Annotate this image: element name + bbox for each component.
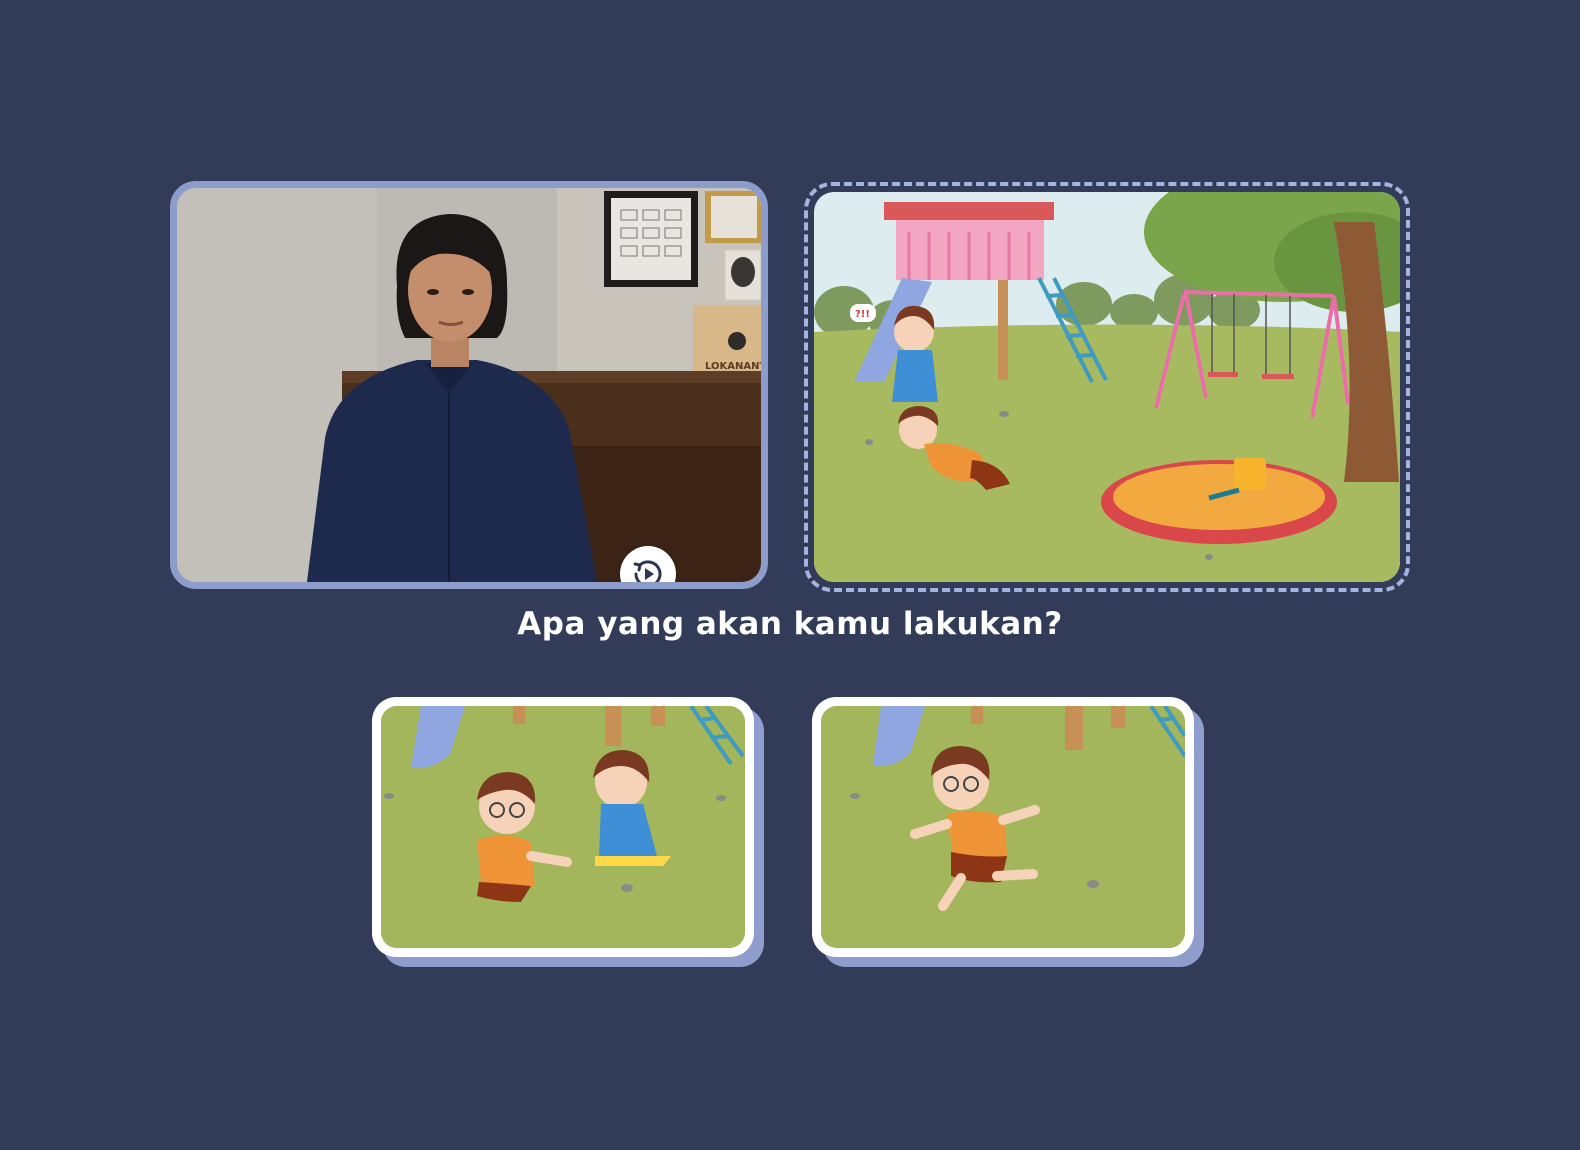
- run-away-illustration: [821, 706, 1185, 948]
- video-frame-image: LOKANANT: [177, 188, 761, 582]
- help-friend-illustration: [381, 706, 745, 948]
- replay-icon: [633, 560, 662, 582]
- card-face: [812, 697, 1194, 957]
- speech-bubble-text: ?!!: [855, 309, 870, 320]
- option-card-run-away[interactable]: [812, 697, 1204, 967]
- card-face: [372, 697, 754, 957]
- scene-panel: ?!!: [804, 182, 1410, 592]
- playground-scene-illustration: ?!!: [814, 192, 1400, 582]
- sign-text: LOKANANT: [705, 361, 761, 372]
- option-card-help-friend[interactable]: [372, 697, 764, 967]
- question-text: Apa yang akan kamu lakukan?: [517, 606, 1063, 642]
- video-player[interactable]: LOKANANT: [170, 181, 768, 589]
